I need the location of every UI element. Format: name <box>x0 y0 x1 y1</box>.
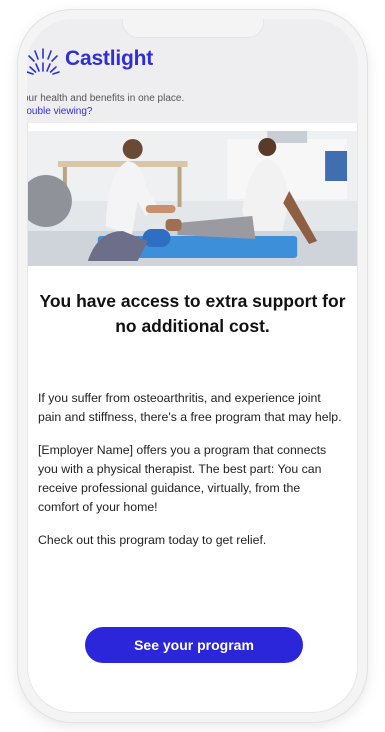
email-screen[interactable]: Castlight our health and benefits in one… <box>27 19 358 713</box>
body-paragraph: If you suffer from osteoarthritis, and e… <box>38 391 342 425</box>
hero-image <box>28 131 357 266</box>
physical-therapy-photo-icon <box>28 131 357 266</box>
header-tagline: our health and benefits in one place. <box>27 93 185 104</box>
page: Castlight our health and benefits in one… <box>0 0 385 732</box>
trouble-viewing-link[interactable]: rouble viewing? <box>27 106 93 117</box>
phone-frame: Castlight our health and benefits in one… <box>18 10 367 722</box>
phone-screen-bezel: Castlight our health and benefits in one… <box>27 19 358 713</box>
body-paragraph: Check out this program today to get reli… <box>38 533 267 548</box>
headline: You have access to extra support for no … <box>39 291 346 337</box>
body-paragraph: [Employer Name] offers you a program tha… <box>38 443 327 515</box>
brand-logo: Castlight <box>27 41 153 77</box>
phone-notch <box>121 19 264 38</box>
see-your-program-button[interactable]: See your program <box>85 627 303 663</box>
body-copy: If you suffer from osteoarthritis, and e… <box>38 389 344 564</box>
brand-name: Castlight <box>65 47 154 70</box>
castlight-sunburst-icon <box>27 48 60 75</box>
